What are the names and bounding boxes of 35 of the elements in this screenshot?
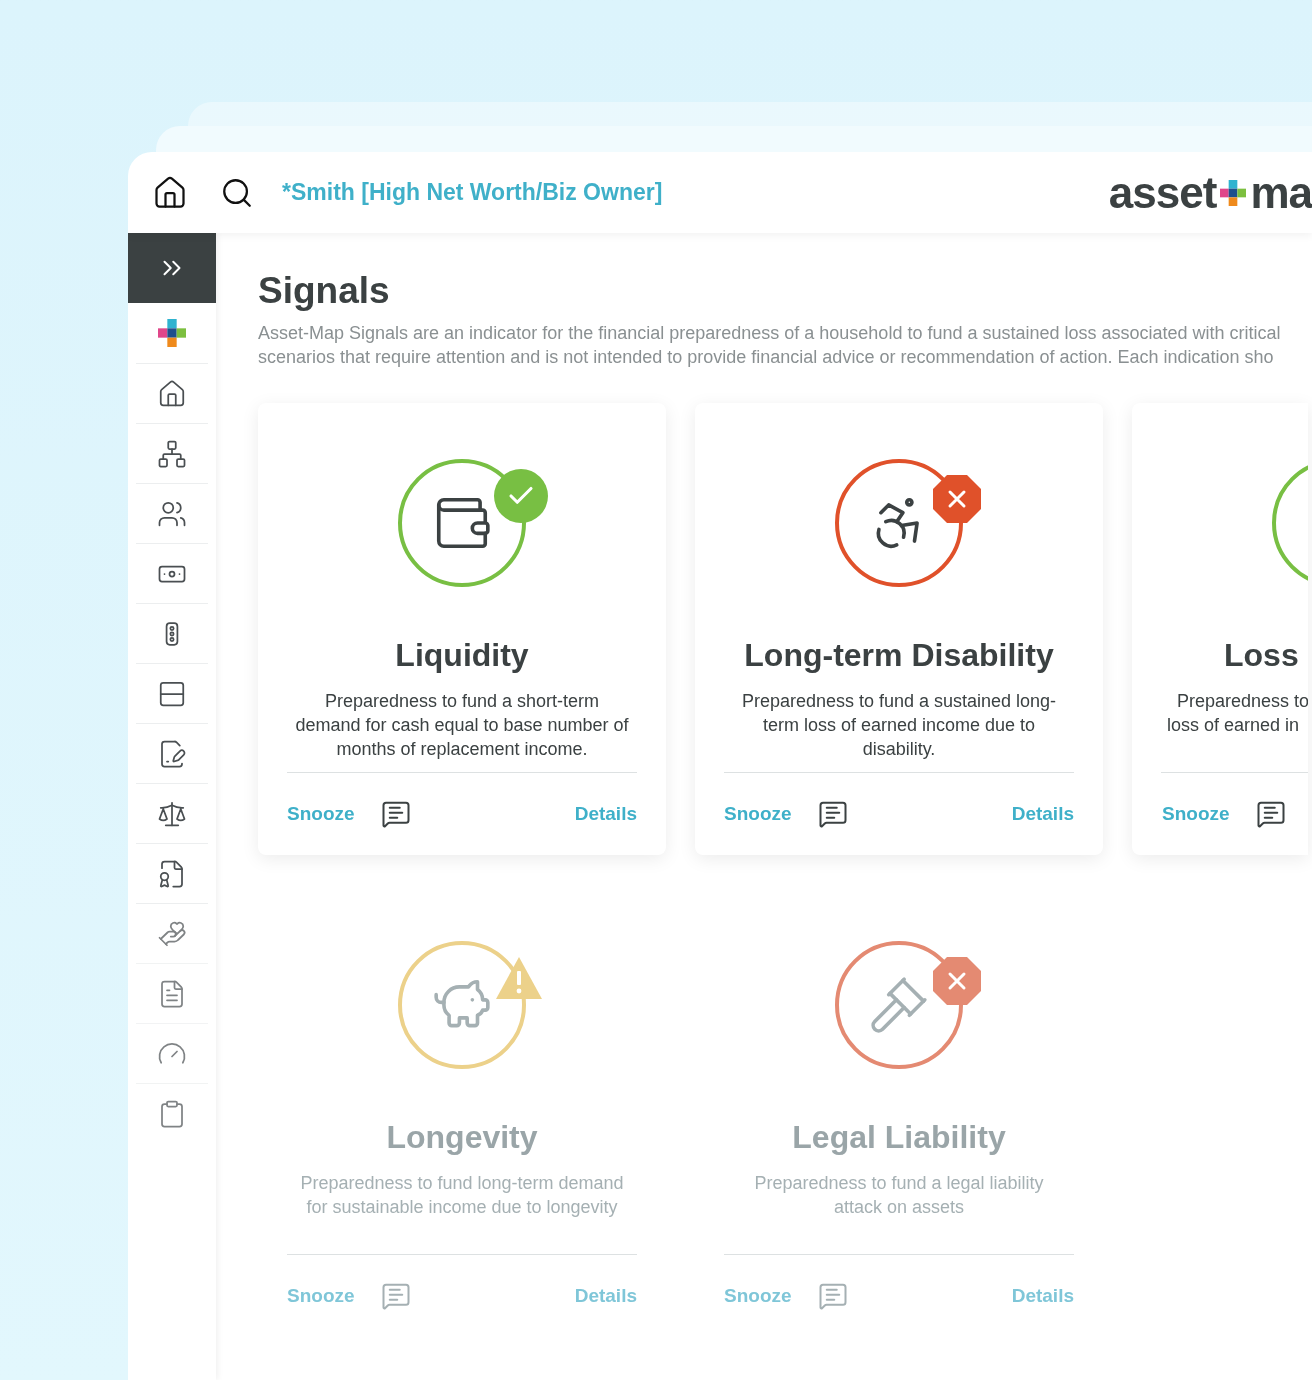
comment-icon[interactable] [1255,799,1286,829]
comment-icon[interactable] [817,799,848,829]
page-description: scenarios that require attention and is not intended to provide financial advice or recommendation of action. Each indication sho [258,346,1275,369]
card-description: Preparedness to fund long-term demand for sustainable income due to longevity [299,1172,625,1219]
org-chart-icon[interactable] [157,438,187,469]
details-link[interactable]: Details [1011,799,1074,829]
gavel-icon [868,974,930,1036]
card-title: Liquidity [395,636,529,675]
card-description: Preparedness to [1176,690,1308,713]
home-icon[interactable] [152,174,188,211]
card-description: Preparedness to fund a sustained long-term loss of earned income due to disability. [740,690,1058,761]
house-icon[interactable] [157,378,187,409]
logo-text: ma [1250,166,1312,219]
details-link[interactable]: Details [1011,1281,1074,1311]
logo-text: asset [1108,166,1217,219]
snooze-link[interactable]: Snooze [724,1281,792,1311]
page-description: Asset-Map Signals are an indicator for the financial preparedness of a household to fund a sustained loss associated with critical [258,322,1282,345]
details-link[interactable]: Details [574,799,637,829]
snooze-link[interactable]: Snooze [724,799,792,829]
card-title: Loss [1223,636,1300,675]
snooze-link[interactable]: Snooze [287,1281,355,1311]
comment-icon[interactable] [380,799,411,829]
household-name[interactable]: *Smith [High Net Worth/Biz Owner] [282,175,663,210]
card-description: Preparedness to fund a legal liability attack on assets [753,1172,1045,1219]
card-title: Long-term Disability [744,636,1054,675]
snooze-link[interactable]: Snooze [1162,799,1230,829]
card-title: Legal Liability [792,1118,1006,1157]
card-title: Longevity [386,1118,538,1157]
plus-logo-icon [158,319,186,347]
details-link[interactable]: Details [574,1281,637,1311]
plus-logo-icon [1220,179,1247,206]
card-description: Preparedness to fund a short-term demand for cash equal to base number of months of replacement income. [294,690,630,761]
page-title: Signals [258,269,391,313]
card-description: loss of earned in [1166,714,1301,737]
snooze-link[interactable]: Snooze [287,799,355,829]
